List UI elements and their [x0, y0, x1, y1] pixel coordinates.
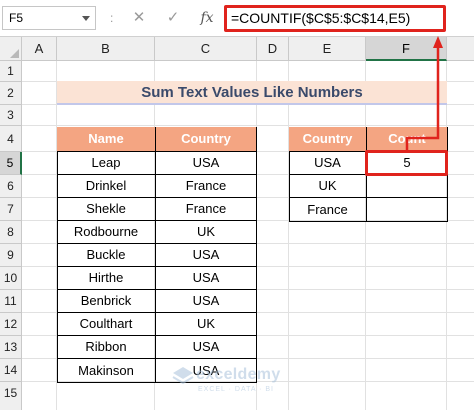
gridline	[22, 125, 474, 126]
row-header-5[interactable]: 5	[0, 152, 22, 175]
column-header-c[interactable]: C	[155, 37, 257, 61]
table-cell-name[interactable]: Makinson	[57, 359, 156, 383]
formula-input[interactable]: =COUNTIF($C$5:$C$14,E5)	[224, 5, 446, 32]
insert-function-icon[interactable]: fx	[196, 6, 218, 30]
table-cell-country[interactable]: USA	[156, 244, 257, 267]
row-header-2[interactable]: 2	[0, 82, 22, 105]
name-box-value: F5	[9, 11, 24, 25]
table-cell-name[interactable]: Leap	[57, 152, 156, 175]
table-cell-country[interactable]: France	[156, 198, 257, 221]
column-header-e[interactable]: E	[289, 37, 366, 61]
table-cell-name[interactable]: Hirthe	[57, 267, 156, 290]
table-cell-name[interactable]: Shekle	[57, 198, 156, 221]
sheet-title[interactable]: Sum Text Values Like Numbers	[57, 81, 447, 105]
row-header-13[interactable]: 13	[0, 336, 22, 359]
table-cell-name[interactable]: Rodbourne	[57, 221, 156, 244]
row-header-12[interactable]: 12	[0, 313, 22, 336]
formula-bar-separator: :	[110, 11, 114, 25]
table-cell-count[interactable]	[367, 175, 448, 198]
watermark-name: exceldemy	[196, 366, 281, 383]
table-cell-name[interactable]: Drinkel	[57, 175, 156, 198]
column-header-next[interactable]	[447, 37, 474, 61]
exceldemy-logo-icon	[172, 367, 194, 385]
row-header-15[interactable]: 15	[0, 382, 22, 410]
table-cell-country[interactable]: USA	[156, 152, 257, 175]
row-header-3[interactable]: 3	[0, 105, 22, 126]
chevron-down-icon[interactable]	[82, 16, 90, 21]
row-header-4[interactable]: 4	[0, 126, 22, 152]
column-header-f[interactable]: F	[366, 37, 447, 61]
table-header-count[interactable]: Count	[367, 127, 448, 152]
row-header-11[interactable]: 11	[0, 290, 22, 313]
select-all-corner[interactable]	[0, 37, 22, 61]
row-header-8[interactable]: 8	[0, 221, 22, 244]
row-header-10[interactable]: 10	[0, 267, 22, 290]
formula-text: =COUNTIF($C$5:$C$14,E5)	[231, 10, 411, 26]
active-cell-highlight	[365, 150, 448, 176]
row-header-14[interactable]: 14	[0, 359, 22, 382]
row-header-9[interactable]: 9	[0, 244, 22, 267]
row-header-6[interactable]: 6	[0, 175, 22, 198]
watermark-tagline: EXCEL · DATA · BI	[198, 386, 274, 393]
select-all-triangle-icon	[10, 49, 19, 58]
name-box[interactable]: F5	[2, 6, 96, 30]
table-cell-count[interactable]	[367, 198, 448, 222]
row-header-7[interactable]: 7	[0, 198, 22, 221]
table-cell-name[interactable]: Benbrick	[57, 290, 156, 313]
table-cell-name[interactable]: Buckle	[57, 244, 156, 267]
enter-icon[interactable]: ✓	[162, 6, 184, 30]
table-cell-name[interactable]: Ribbon	[57, 336, 156, 359]
table-cell-country[interactable]: UK	[289, 175, 367, 198]
cancel-icon[interactable]: ✕	[128, 6, 150, 30]
table-cell-country[interactable]: USA	[156, 290, 257, 313]
row-header-1[interactable]: 1	[0, 61, 22, 82]
table-cell-country[interactable]: France	[156, 175, 257, 198]
table-header-country[interactable]: Country	[289, 127, 367, 152]
table-cell-country[interactable]: USA	[289, 152, 367, 175]
table-cell-country[interactable]: France	[289, 198, 367, 222]
table-header-country[interactable]: Country	[156, 127, 257, 152]
column-header-a[interactable]: A	[22, 37, 57, 61]
table-cell-country[interactable]: USA	[156, 267, 257, 290]
exceldemy-watermark: exceldemy EXCEL · DATA · BI	[172, 364, 342, 404]
column-header-d[interactable]: D	[257, 37, 289, 61]
column-header-b[interactable]: B	[57, 37, 155, 61]
table-cell-country[interactable]: USA	[156, 336, 257, 359]
table-cell-country[interactable]: UK	[156, 313, 257, 336]
table-header-name[interactable]: Name	[57, 127, 156, 152]
table-cell-country[interactable]: UK	[156, 221, 257, 244]
formula-bar: F5 : ✕ ✓ fx =COUNTIF($C$5:$C$14,E5)	[0, 0, 474, 36]
table-cell-name[interactable]: Coulthart	[57, 313, 156, 336]
